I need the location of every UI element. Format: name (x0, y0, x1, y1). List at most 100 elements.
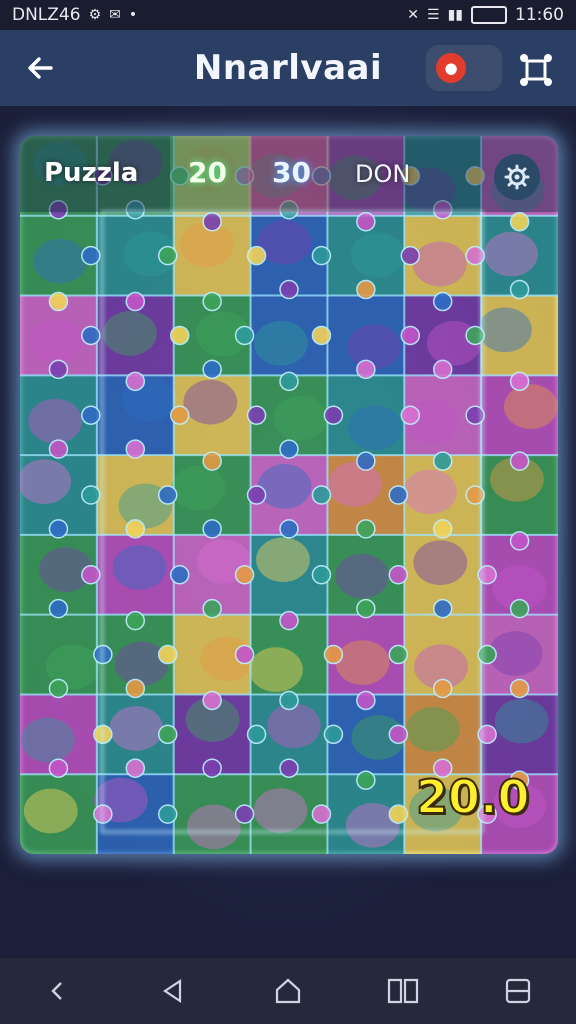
piece-knob (157, 804, 178, 824)
piece-knob (509, 531, 530, 551)
piece-knob (509, 279, 530, 300)
piece-knob (246, 405, 267, 425)
piece-knob (400, 245, 421, 266)
piece-knob (48, 439, 69, 459)
piece-knob (279, 690, 299, 711)
map-texture (347, 405, 402, 451)
map-texture (405, 707, 460, 752)
nav-bar (0, 958, 576, 1024)
piece-knob (169, 405, 190, 425)
piece-knob (388, 485, 409, 505)
settings-button[interactable] (494, 154, 540, 200)
piece-knob (81, 325, 101, 346)
map-texture (33, 238, 87, 284)
piece-knob (169, 565, 190, 585)
piece-knob (246, 245, 267, 266)
app-bar: Nnarlvaai ● (0, 30, 576, 106)
piece-knob (48, 598, 69, 619)
piece-knob (125, 371, 146, 392)
piece-knob (48, 758, 69, 778)
map-texture (494, 698, 549, 744)
piece-knob (356, 451, 376, 471)
map-texture (266, 703, 321, 749)
piece-knob (279, 610, 299, 631)
piece-knob (323, 644, 344, 665)
score-display: 20.0 (415, 769, 530, 825)
piece-knob (356, 770, 376, 790)
record-toggle[interactable]: ● (426, 45, 502, 91)
piece-knob (202, 359, 222, 380)
map-texture (327, 461, 382, 507)
nav-back-button[interactable] (30, 963, 86, 1019)
piece-knob (509, 212, 530, 232)
piece-knob (432, 519, 453, 539)
piece-knob (81, 245, 101, 266)
map-texture (114, 641, 169, 687)
piece-knob (125, 439, 146, 459)
piece-knob (356, 359, 376, 380)
piece-knob (157, 485, 178, 505)
fullscreen-icon (520, 54, 552, 86)
map-texture (335, 553, 389, 599)
dot-icon: • (128, 7, 138, 23)
piece-knob (125, 758, 146, 778)
piece-knob (323, 724, 344, 745)
map-texture (350, 232, 405, 278)
piece-knob (125, 291, 146, 312)
piece-knob (400, 405, 421, 425)
piece-knob (432, 678, 453, 699)
map-texture (273, 395, 328, 441)
recents-icon (506, 978, 531, 1004)
nav-triangle-button[interactable] (145, 963, 201, 1019)
piece-knob (388, 644, 409, 665)
map-texture (186, 804, 241, 850)
map-texture (478, 307, 532, 353)
piece-knob (234, 325, 255, 346)
piece-knob (311, 325, 332, 346)
piece-knob (202, 451, 222, 471)
piece-knob (356, 519, 376, 539)
clock-text: 11:60 (515, 5, 564, 25)
book-icon (388, 978, 419, 1004)
status-right: ✕ ☰ ▮▮ 11:60 (407, 5, 564, 25)
map-texture (28, 398, 83, 444)
piece-knob (125, 519, 146, 539)
piece-knob (400, 325, 421, 346)
piece-knob (323, 405, 344, 425)
piece-knob (81, 405, 101, 425)
piece-knob (311, 485, 332, 505)
piece-knob (279, 519, 299, 539)
nav-recents-button[interactable] (490, 963, 546, 1019)
nav-book-button[interactable] (375, 963, 431, 1019)
fullscreen-button[interactable] (514, 48, 558, 92)
piece-knob (125, 678, 146, 699)
piece-knob (81, 565, 101, 585)
piece-knob (157, 644, 178, 665)
hud-segment (170, 136, 250, 212)
map-texture (109, 706, 164, 751)
map-texture (256, 537, 310, 583)
sync-icon: ⚙ (88, 7, 102, 23)
piece-knob (234, 804, 255, 824)
piece-knob (388, 724, 409, 745)
chevron-left-icon (50, 982, 62, 1000)
gear-icon (504, 164, 530, 190)
piece-knob (432, 359, 453, 380)
piece-knob (432, 291, 453, 312)
status-bar: DNLZ46 ⚙ ✉ • ✕ ☰ ▮▮ 11:60 (0, 0, 576, 30)
mail-icon: ✉ (109, 7, 121, 23)
signal-icon: ▮▮ (447, 7, 463, 23)
piece-knob (48, 519, 69, 539)
triangle-back-icon (162, 978, 181, 1004)
piece-knob (246, 724, 267, 745)
nav-home-button[interactable] (260, 963, 316, 1019)
carrier-text: DNLZ46 (12, 5, 81, 25)
home-icon (275, 978, 301, 1004)
map-texture (28, 318, 83, 364)
puzzle-board[interactable] (20, 136, 558, 854)
puzzle-grid[interactable] (20, 136, 558, 854)
piece-knob (234, 644, 255, 665)
piece-knob (388, 565, 409, 585)
piece-knob (356, 279, 376, 300)
record-icon: ● (436, 53, 466, 83)
